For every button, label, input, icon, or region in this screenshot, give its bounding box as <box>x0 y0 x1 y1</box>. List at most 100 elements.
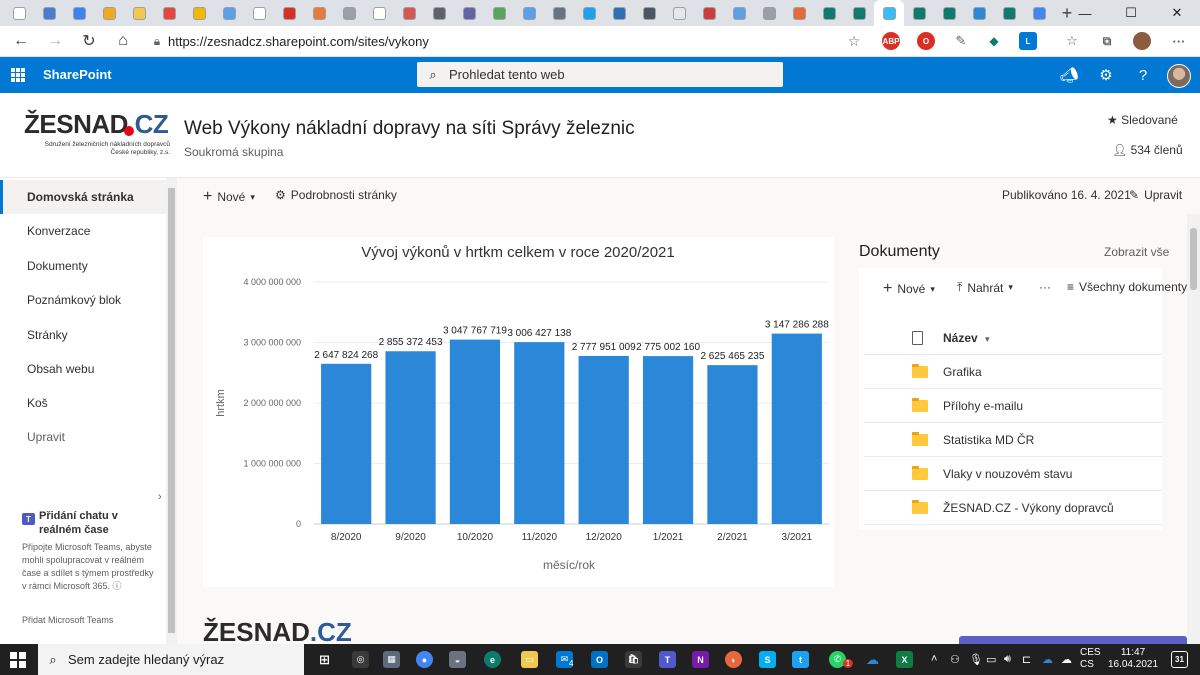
browser-tab[interactable] <box>634 0 664 26</box>
store-icon[interactable]: 🛍︎ <box>625 651 642 668</box>
maximize-button[interactable]: ☐ <box>1108 0 1154 26</box>
browser-tab[interactable] <box>604 0 634 26</box>
edit-button[interactable]: ✎ Upravit <box>1129 188 1182 202</box>
browser-tab[interactable] <box>874 0 904 26</box>
browser-tab[interactable] <box>994 0 1024 26</box>
twitter-icon[interactable]: t <box>792 651 809 668</box>
megaphone-icon[interactable]: 📣︎ <box>1059 65 1079 85</box>
dropbox-icon[interactable]: ◆ <box>985 32 1003 50</box>
opera-icon[interactable]: O <box>917 32 935 50</box>
windows-start-icon[interactable] <box>10 652 26 668</box>
browser-tab[interactable] <box>454 0 484 26</box>
browser-tab[interactable] <box>514 0 544 26</box>
browser-tab[interactable] <box>844 0 874 26</box>
system-clock[interactable]: 11:47 16.04.2021 <box>1100 647 1166 671</box>
task-view-icon[interactable]: ⊞ <box>316 651 333 668</box>
browser-tab[interactable] <box>364 0 394 26</box>
collections-icon[interactable]: ⧉ <box>1098 32 1116 50</box>
chevron-right-icon[interactable]: › <box>158 491 162 503</box>
document-name[interactable]: Grafika <box>943 365 982 379</box>
user-avatar[interactable] <box>1167 64 1191 88</box>
back-arrow-icon[interactable]: ← <box>4 26 38 57</box>
edge-icon[interactable]: e <box>484 651 501 668</box>
browser-tab[interactable] <box>64 0 94 26</box>
browser-tab[interactable] <box>814 0 844 26</box>
notification-center-icon[interactable]: 31 <box>1171 651 1188 668</box>
nav-item-documents[interactable]: Dokumenty <box>0 249 166 283</box>
browser-tab[interactable] <box>904 0 934 26</box>
add-teams-link[interactable]: Přidat Microsoft Teams <box>22 615 113 625</box>
app-icon[interactable]: ◎ <box>352 651 369 668</box>
browser-tab[interactable] <box>424 0 454 26</box>
url-field[interactable]: 🔒︎ https://zesnadcz.sharepoint.com/sites… <box>146 29 870 54</box>
cloud-tray-icon[interactable]: ☁ <box>1061 653 1072 666</box>
chevron-up-icon[interactable]: ˄ <box>931 653 937 665</box>
browser-tab[interactable] <box>124 0 154 26</box>
nav-item-recycle-bin[interactable]: Koš <box>0 386 166 420</box>
browser-tab[interactable] <box>154 0 184 26</box>
outlook-icon[interactable]: O <box>591 651 608 668</box>
browser-tab[interactable] <box>784 0 814 26</box>
browser-tab[interactable] <box>724 0 754 26</box>
browser-tab[interactable] <box>4 0 34 26</box>
onenote-icon[interactable]: N <box>692 651 709 668</box>
battery-icon[interactable]: ▭ <box>986 653 996 666</box>
browser-tab[interactable] <box>544 0 574 26</box>
document-name[interactable]: Vlaky v nouzovém stavu <box>943 467 1072 481</box>
volume-icon[interactable]: 🔊︎ <box>1004 653 1011 666</box>
calculator-icon[interactable]: ▦ <box>383 651 400 668</box>
home-icon[interactable]: ⌂ <box>106 26 140 57</box>
nav-item-conversations[interactable]: Konverzace <box>0 214 166 248</box>
browser-tab[interactable] <box>304 0 334 26</box>
file-explorer-icon[interactable]: ▭ <box>521 651 538 668</box>
search-input[interactable]: ⌕ Prohledat tento web <box>417 62 783 87</box>
app-launcher-icon[interactable] <box>11 68 25 82</box>
forward-arrow-icon[interactable]: → <box>38 26 72 57</box>
pen-extension-icon[interactable]: ✎ <box>952 32 970 50</box>
minimize-button[interactable]: — <box>1062 0 1108 26</box>
site-logo[interactable]: ŽESNAD.CZ Sdružení železničních nákladní… <box>24 110 170 165</box>
browser-tab[interactable] <box>394 0 424 26</box>
profile-avatar-icon[interactable] <box>1133 32 1151 50</box>
browser-tab[interactable] <box>964 0 994 26</box>
brand-link[interactable]: SharePoint <box>43 67 112 82</box>
document-row[interactable]: Přílohy e-mailu <box>864 389 1162 423</box>
members-button[interactable]: 👤︎ 534 členů <box>1112 143 1183 157</box>
close-window-button[interactable]: ✕ <box>1154 0 1200 26</box>
follow-button[interactable]: ★ Sledované <box>1107 113 1178 127</box>
document-row[interactable]: ŽESNAD.CZ - Výkony dopravců <box>864 491 1162 525</box>
reload-icon[interactable]: ↻ <box>72 26 106 57</box>
browser-tab[interactable] <box>574 0 604 26</box>
page-scrollbar[interactable] <box>1187 214 1200 644</box>
nav-scrollbar[interactable] <box>166 178 177 644</box>
document-row[interactable]: Grafika <box>864 355 1162 389</box>
input-language[interactable]: CES CS <box>1080 647 1101 671</box>
column-header-name[interactable]: Název ▾ <box>864 321 1162 355</box>
upload-button[interactable]: ⤒ Nahrát ▾ <box>957 280 1013 295</box>
document-name[interactable]: ŽESNAD.CZ - Výkony dopravců <box>943 501 1114 515</box>
info-icon[interactable]: ⓘ <box>113 581 122 591</box>
adblock-icon[interactable]: ABP <box>882 32 900 50</box>
onedrive-tray-icon[interactable]: ☁ <box>1042 653 1053 666</box>
favorites-icon[interactable]: ☆ <box>1063 32 1081 50</box>
browser-tab[interactable] <box>334 0 364 26</box>
app-icon[interactable]: ◗ <box>725 651 742 668</box>
nav-item-home[interactable]: Domovská stránka <box>0 180 166 214</box>
browser-tab[interactable] <box>934 0 964 26</box>
browser-tab[interactable] <box>184 0 214 26</box>
taskbar-search-input[interactable]: ⌕ Sem zadejte hledaný výraz <box>38 644 304 675</box>
feedback-bar[interactable] <box>959 636 1187 644</box>
browser-tab[interactable] <box>484 0 514 26</box>
doc-new-button[interactable]: + Nové ▾ <box>883 280 935 298</box>
favorite-star-icon[interactable]: ☆ <box>845 32 863 50</box>
show-all-link[interactable]: Zobrazit vše <box>1104 245 1169 259</box>
new-button[interactable]: + Nové ▾ <box>203 188 255 206</box>
browser-tab[interactable] <box>94 0 124 26</box>
page-details-button[interactable]: ⚙︎ Podrobnosti stránky <box>275 188 397 202</box>
app-icon[interactable]: ◒ <box>449 651 466 668</box>
browser-tab[interactable] <box>214 0 244 26</box>
browser-tab[interactable] <box>1024 0 1054 26</box>
network-icon[interactable]: ⊏ <box>1022 653 1031 666</box>
document-row[interactable]: Vlaky v nouzovém stavu <box>864 457 1162 491</box>
document-name[interactable]: Přílohy e-mailu <box>943 399 1023 413</box>
